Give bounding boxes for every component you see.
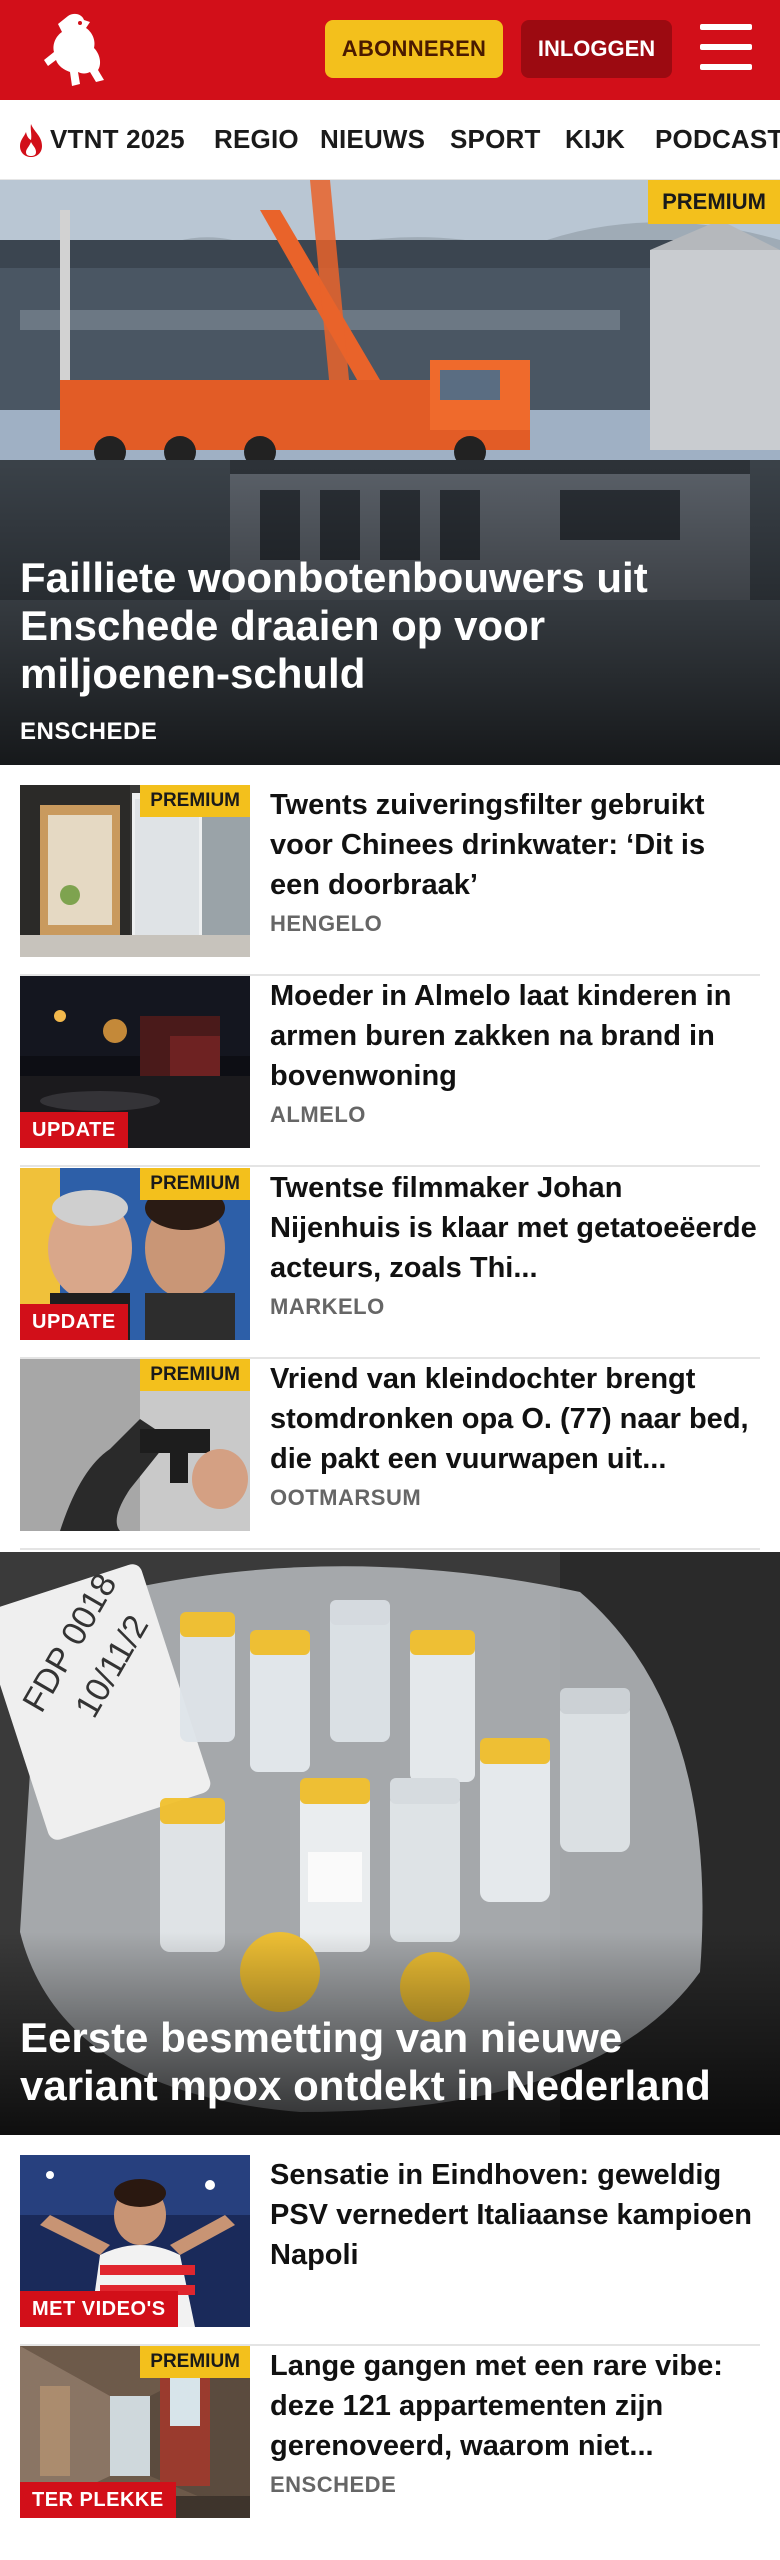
article-row[interactable]: UPDATE Moeder in Almelo laat kinderen in… xyxy=(20,976,760,1167)
article-title[interactable]: Twentse filmmaker Johan Nijenhuis is kla… xyxy=(270,1168,760,1288)
hero2-title[interactable]: Eerste besmetting van nieuwe variant mpo… xyxy=(20,2014,760,2110)
premium-badge: PREMIUM xyxy=(140,1359,250,1391)
hero-article[interactable]: PREMIUM Failliete woonbotenbouwers uit E… xyxy=(0,180,780,765)
hero-title[interactable]: Failliete woonbotenbouwers uit Enschede … xyxy=(20,554,760,698)
premium-badge: PREMIUM xyxy=(140,2346,250,2378)
nav-item-regio[interactable]: REGIO xyxy=(214,124,299,155)
on-site-label: TER PLEKKE xyxy=(20,2482,176,2518)
hero-article-2[interactable]: FDP 0018 10/11/2 Eerste besmetting van n… xyxy=(0,1552,780,2135)
premium-badge: PREMIUM xyxy=(140,785,250,817)
hero-region: ENSCHEDE xyxy=(20,718,158,745)
article-row[interactable]: PREMIUM TER PLEKKE Lange gangen met een … xyxy=(20,2346,760,2537)
article-row[interactable]: PREMIUM Twents zuiveringsfilter gebruikt… xyxy=(20,785,760,976)
update-label: UPDATE xyxy=(20,1304,128,1340)
article-row[interactable]: PREMIUM Vriend van kleindochter brengt s… xyxy=(20,1359,760,1550)
flame-icon xyxy=(20,124,42,157)
article-region: ALMELO xyxy=(270,1102,366,1127)
nav-item-vtnt[interactable]: VTNT 2025 xyxy=(50,124,185,155)
subscribe-button[interactable]: ABONNEREN xyxy=(325,20,503,78)
article-region: OOTMARSUM xyxy=(270,1485,422,1510)
video-label: MET VIDEO'S xyxy=(20,2291,178,2327)
article-title[interactable]: Moeder in Almelo laat kinderen in armen … xyxy=(270,976,760,1096)
menu-icon[interactable] xyxy=(700,24,752,72)
article-region: ENSCHEDE xyxy=(270,2472,397,2497)
article-title[interactable]: Vriend van kleindochter brengt stomdronk… xyxy=(270,1359,760,1479)
article-row[interactable]: MET VIDEO'S Sensatie in Eindhoven: gewel… xyxy=(20,2155,760,2346)
nav-item-kijk[interactable]: KIJK xyxy=(565,124,625,155)
top-bar: ABONNEREN INLOGGEN xyxy=(0,0,780,100)
nav-item-podcast[interactable]: PODCAST xyxy=(655,124,780,155)
article-thumbnail: PREMIUM xyxy=(20,785,250,957)
update-label: UPDATE xyxy=(20,1112,128,1148)
article-region: MARKELO xyxy=(270,1294,385,1319)
article-thumbnail: UPDATE xyxy=(20,976,250,1148)
article-thumbnail: PREMIUM TER PLEKKE xyxy=(20,2346,250,2518)
logo-horse-icon[interactable] xyxy=(38,10,110,90)
main-nav: VTNT 2025 REGIO NIEUWS SPORT KIJK PODCAS… xyxy=(0,100,780,180)
premium-badge: PREMIUM xyxy=(140,1168,250,1200)
article-row[interactable]: PREMIUM UPDATE Twentse filmmaker Johan N… xyxy=(20,1168,760,1359)
premium-badge: PREMIUM xyxy=(648,180,780,224)
nav-item-nieuws[interactable]: NIEUWS xyxy=(320,124,425,155)
nav-item-sport[interactable]: SPORT xyxy=(450,124,541,155)
article-thumbnail: PREMIUM UPDATE xyxy=(20,1168,250,1340)
article-title[interactable]: Sensatie in Eindhoven: geweldig PSV vern… xyxy=(270,2155,760,2275)
article-thumbnail: PREMIUM xyxy=(20,1359,250,1531)
article-thumbnail: MET VIDEO'S xyxy=(20,2155,250,2327)
article-title[interactable]: Lange gangen met een rare vibe: deze 121… xyxy=(270,2346,760,2466)
article-title[interactable]: Twents zuiveringsfilter gebruikt voor Ch… xyxy=(270,785,760,905)
login-button[interactable]: INLOGGEN xyxy=(521,20,672,78)
article-region: HENGELO xyxy=(270,911,383,936)
